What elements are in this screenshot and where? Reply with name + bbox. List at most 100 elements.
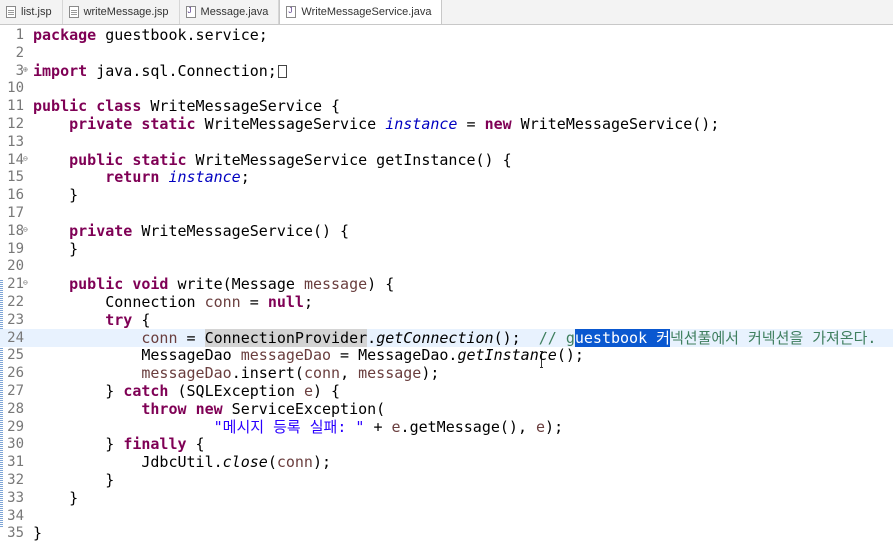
line-number: 28 — [7, 400, 24, 417]
code-line[interactable]: 1 package guestbook.service; — [0, 26, 893, 44]
code-token: ServiceException( — [222, 399, 386, 418]
fold-expand-icon[interactable]: ⊕ — [23, 65, 28, 74]
code-token: } — [33, 186, 79, 205]
line-number: 21 — [7, 276, 24, 293]
tab-message-java[interactable]: Message.java — [180, 0, 280, 24]
code-token: close — [222, 453, 268, 472]
code-text: } — [33, 471, 114, 489]
code-token: (SQLException — [168, 382, 304, 400]
code-line[interactable]: 17 — [0, 204, 893, 222]
tab-list-jsp[interactable]: list.jsp — [0, 0, 63, 24]
code-token: + — [364, 417, 392, 436]
code-line[interactable]: 33 } — [0, 489, 893, 507]
code-token: getConnection — [376, 328, 494, 347]
code-line[interactable]: 32 } — [0, 471, 893, 489]
code-line[interactable]: 26 messageDao.insert(conn, message); — [0, 364, 893, 382]
code-line[interactable]: 11 public class WriteMessageService { — [0, 97, 893, 115]
code-token: JdbcUtil. — [33, 453, 223, 472]
code-text: MessageDao messageDao = MessageDao.getIn… — [33, 346, 584, 364]
code-token: ) { — [312, 382, 341, 400]
code-line[interactable]: 18 ⊖ private WriteMessageService() { — [0, 222, 893, 240]
line-number: 19 — [7, 240, 24, 257]
code-token: ); — [545, 417, 564, 436]
line-number: 12 — [7, 116, 24, 132]
code-line[interactable]: 15 return instance; — [0, 168, 893, 186]
code-token: finally — [123, 435, 187, 454]
line-number: 13 — [7, 133, 24, 150]
code-line[interactable]: 22 Connection conn = null; — [0, 293, 893, 311]
folded-imports-icon[interactable] — [277, 64, 287, 78]
code-token: guestbook.service; — [96, 26, 268, 44]
code-token: = — [457, 115, 485, 133]
code-line[interactable]: 25 MessageDao messageDao = MessageDao.ge… — [0, 346, 893, 364]
fold-collapse-icon[interactable]: ⊖ — [23, 279, 28, 287]
code-line[interactable]: 13 — [0, 133, 893, 151]
code-token: } — [33, 239, 79, 258]
code-text: public class WriteMessageService { — [33, 97, 340, 115]
code-line[interactable]: 2 — [0, 44, 893, 62]
code-token: void — [132, 275, 169, 294]
line-number: 33 — [7, 489, 24, 506]
code-token: new — [195, 399, 223, 418]
code-text: messageDao.insert(conn, message); — [33, 364, 439, 382]
code-line[interactable]: 12 private static WriteMessageService in… — [0, 115, 893, 133]
code-text: package guestbook.service; — [33, 26, 268, 44]
code-token: public — [33, 97, 88, 116]
code-text: Connection conn = null; — [33, 293, 313, 311]
line-number: 35 — [7, 525, 24, 542]
code-token: new — [484, 115, 512, 133]
code-line[interactable]: 21 ⊖ public void write(Message message) { — [0, 275, 893, 293]
fold-collapse-icon[interactable]: ⊖ — [23, 225, 28, 234]
tab-writemessageservice-java[interactable]: WriteMessageService.java — [279, 0, 443, 24]
code-token: message — [303, 275, 368, 294]
code-token: } — [33, 435, 124, 454]
code-text: "메시지 등록 실패: " + e.getMessage(), e); — [33, 418, 563, 436]
code-token: ); — [312, 453, 332, 472]
code-editor[interactable]: 1 package guestbook.service; 2 3 ⊕ import jav… — [0, 26, 893, 542]
code-text: private WriteMessageService() { — [33, 222, 349, 240]
code-text: } — [33, 489, 78, 507]
code-token: return — [105, 168, 160, 187]
code-text: private static WriteMessageService insta… — [33, 115, 719, 133]
code-line[interactable]: 3 ⊕ import java.sql.Connection; — [0, 62, 893, 80]
code-token: } — [33, 524, 43, 542]
code-line[interactable]: 35} — [0, 524, 893, 542]
code-token: class — [96, 97, 142, 116]
code-text: JdbcUtil.close(conn); — [33, 453, 331, 471]
code-line[interactable]: 10 — [0, 79, 893, 97]
code-token: = — [240, 293, 268, 311]
code-token: public — [69, 275, 124, 294]
code-line[interactable]: 30 } finally { — [0, 435, 893, 453]
code-line[interactable]: 27 } catch (SQLException e) { — [0, 382, 893, 400]
code-line[interactable]: 29 "메시지 등록 실패: " + e.getMessage(), e); — [0, 418, 893, 436]
code-token: message — [358, 364, 422, 383]
code-token: conn — [303, 364, 341, 383]
code-line[interactable]: 20 — [0, 257, 893, 275]
code-line[interactable]: 28 throw new ServiceException( — [0, 400, 893, 418]
code-token: .getMessage(), — [400, 417, 537, 436]
code-line[interactable]: 34 — [0, 507, 893, 525]
code-line[interactable]: 16 } — [0, 186, 893, 204]
code-text: try { — [33, 311, 150, 329]
code-token: { — [132, 310, 151, 329]
line-number: 32 — [7, 472, 24, 488]
code-token: 커 — [656, 328, 670, 347]
code-line[interactable]: 23 try { — [0, 311, 893, 329]
line-number: 15 — [7, 169, 24, 186]
code-line[interactable]: 19 } — [0, 240, 893, 258]
tab-writemessage-jsp[interactable]: writeMessage.jsp — [63, 0, 180, 24]
current-code-line[interactable]: 24 conn = ConnectionProvider.getConnecti… — [0, 328, 893, 347]
code-line[interactable]: 14 ⊖ public static WriteMessageService ge… — [0, 151, 893, 169]
code-token: . — [367, 328, 377, 347]
fold-collapse-icon[interactable]: ⊖ — [23, 154, 28, 163]
code-line[interactable]: 31 JdbcUtil.close(conn); — [0, 453, 893, 471]
code-token: WriteMessageService getInstance() { — [186, 150, 512, 169]
